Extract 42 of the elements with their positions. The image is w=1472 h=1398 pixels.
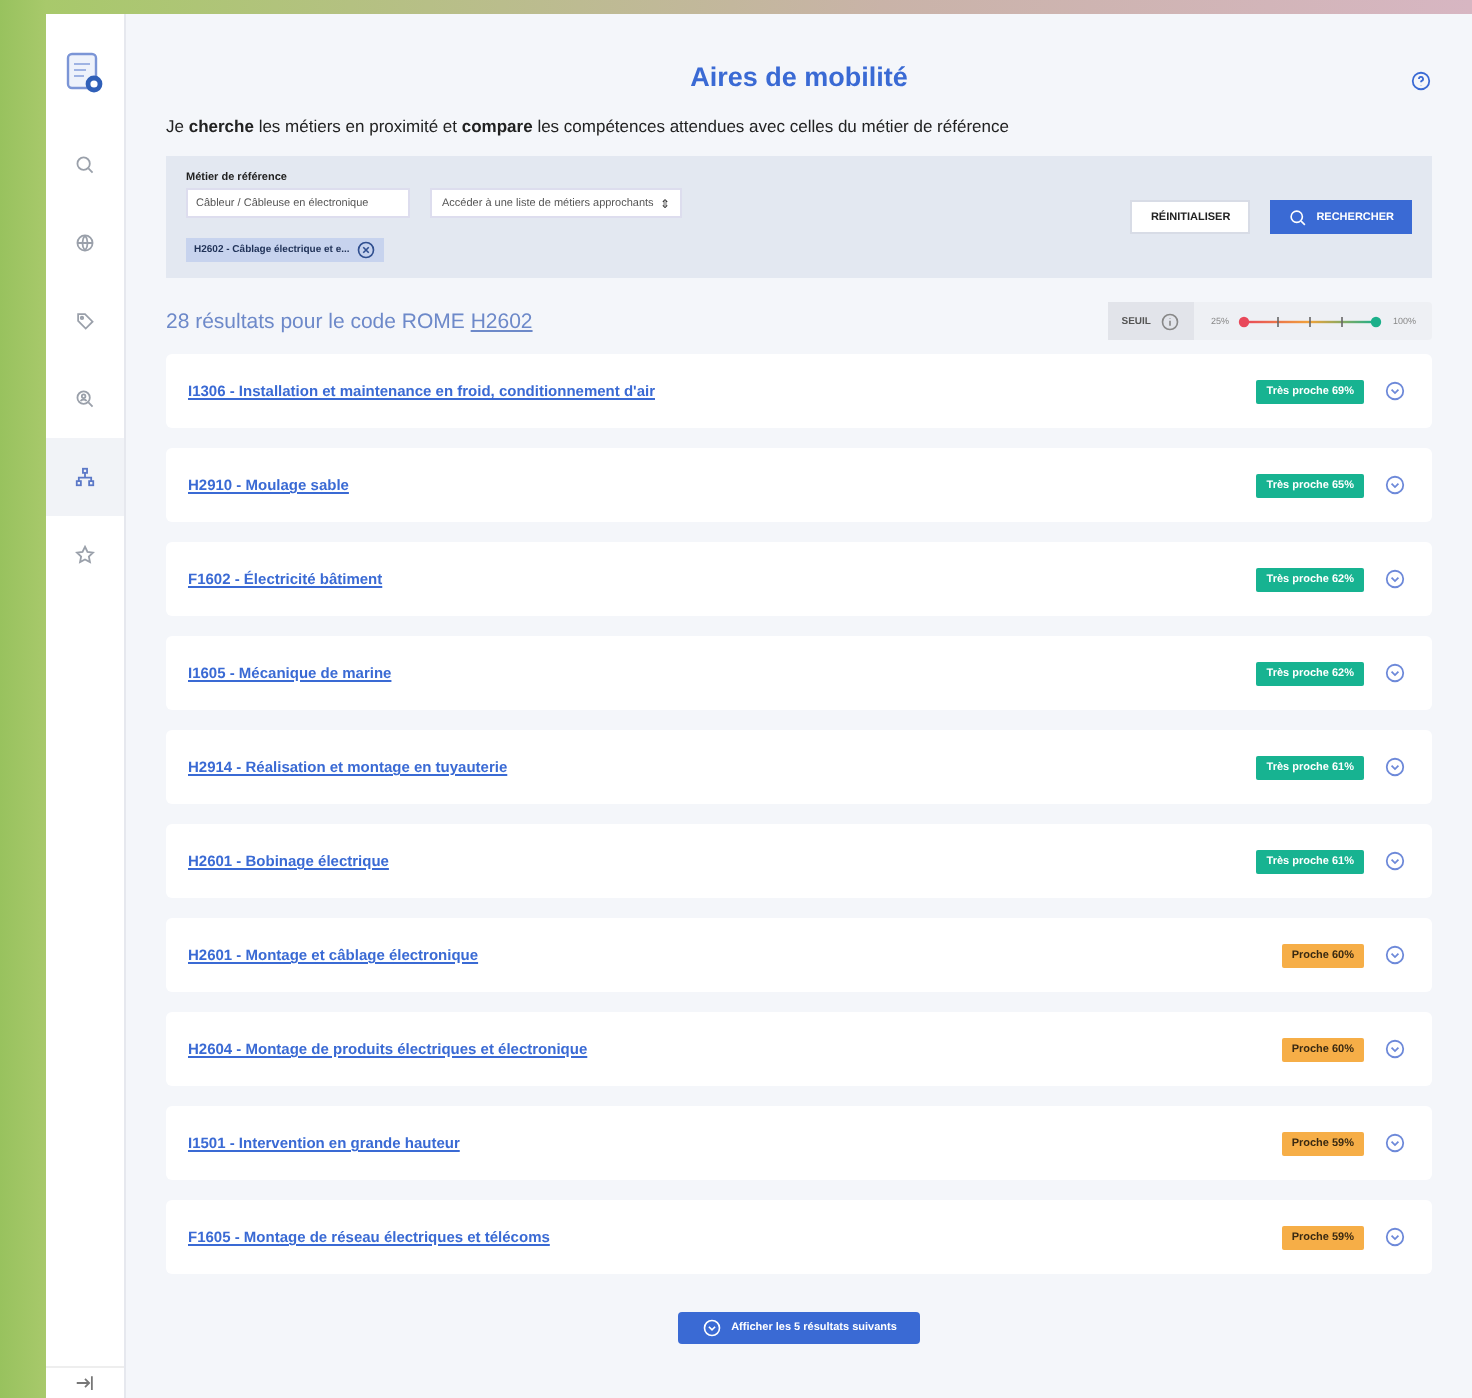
- expand-button[interactable]: [1384, 944, 1406, 966]
- results-summary: 28 résultats pour le code ROME H2602: [166, 309, 533, 333]
- expand-button[interactable]: [1384, 1132, 1406, 1154]
- search-icon: [74, 154, 96, 176]
- tag-icon: [74, 310, 96, 332]
- expand-button[interactable]: [1384, 380, 1406, 402]
- chevron-down-icon: [1384, 944, 1406, 966]
- help-icon: [1410, 70, 1432, 92]
- chevron-down-icon: [1384, 380, 1406, 402]
- sidebar-item[interactable]: [46, 438, 124, 516]
- slider-thumb[interactable]: [1239, 315, 1251, 327]
- info-icon: [1160, 311, 1181, 331]
- intro-text: Je cherche les métiers en proximité et compare les compétences attendues avec celles du métier de référence: [166, 116, 1011, 136]
- chevron-down-icon: [1384, 662, 1406, 684]
- search-icon: [1288, 207, 1309, 227]
- expand-button[interactable]: [1384, 1226, 1406, 1248]
- chevron-down-icon: [701, 1318, 722, 1338]
- collapse-icon: [74, 1372, 96, 1394]
- chevron-down-icon: [1384, 850, 1406, 872]
- expand-button[interactable]: [1384, 662, 1406, 684]
- page-title: Aires de mobilité: [690, 62, 908, 92]
- hierarchy-icon: [74, 466, 96, 488]
- chevron-down-icon: [1384, 1226, 1406, 1248]
- expand-button[interactable]: [1384, 850, 1406, 872]
- expand-button[interactable]: [1384, 474, 1406, 496]
- magnifier-person-icon: [74, 388, 96, 410]
- globe-icon: [74, 232, 96, 254]
- rome-code-link[interactable]: H2602: [470, 309, 533, 333]
- chevron-down-icon: [1384, 474, 1406, 496]
- chevron-down-icon: [1384, 756, 1406, 778]
- chevron-down-icon: [1384, 1038, 1406, 1060]
- chevron-down-icon: [1384, 1132, 1406, 1154]
- expand-button[interactable]: [1384, 1038, 1406, 1060]
- expand-button[interactable]: [1384, 756, 1406, 778]
- help-button[interactable]: [1410, 70, 1432, 92]
- close-icon: [355, 240, 376, 260]
- threshold-slider[interactable]: [1238, 313, 1383, 329]
- chevron-down-icon: [1384, 568, 1406, 590]
- expand-button[interactable]: [1384, 568, 1406, 590]
- slider-thumb[interactable]: [1371, 315, 1383, 327]
- star-icon: [74, 544, 96, 566]
- remove-chip-button[interactable]: [355, 240, 376, 260]
